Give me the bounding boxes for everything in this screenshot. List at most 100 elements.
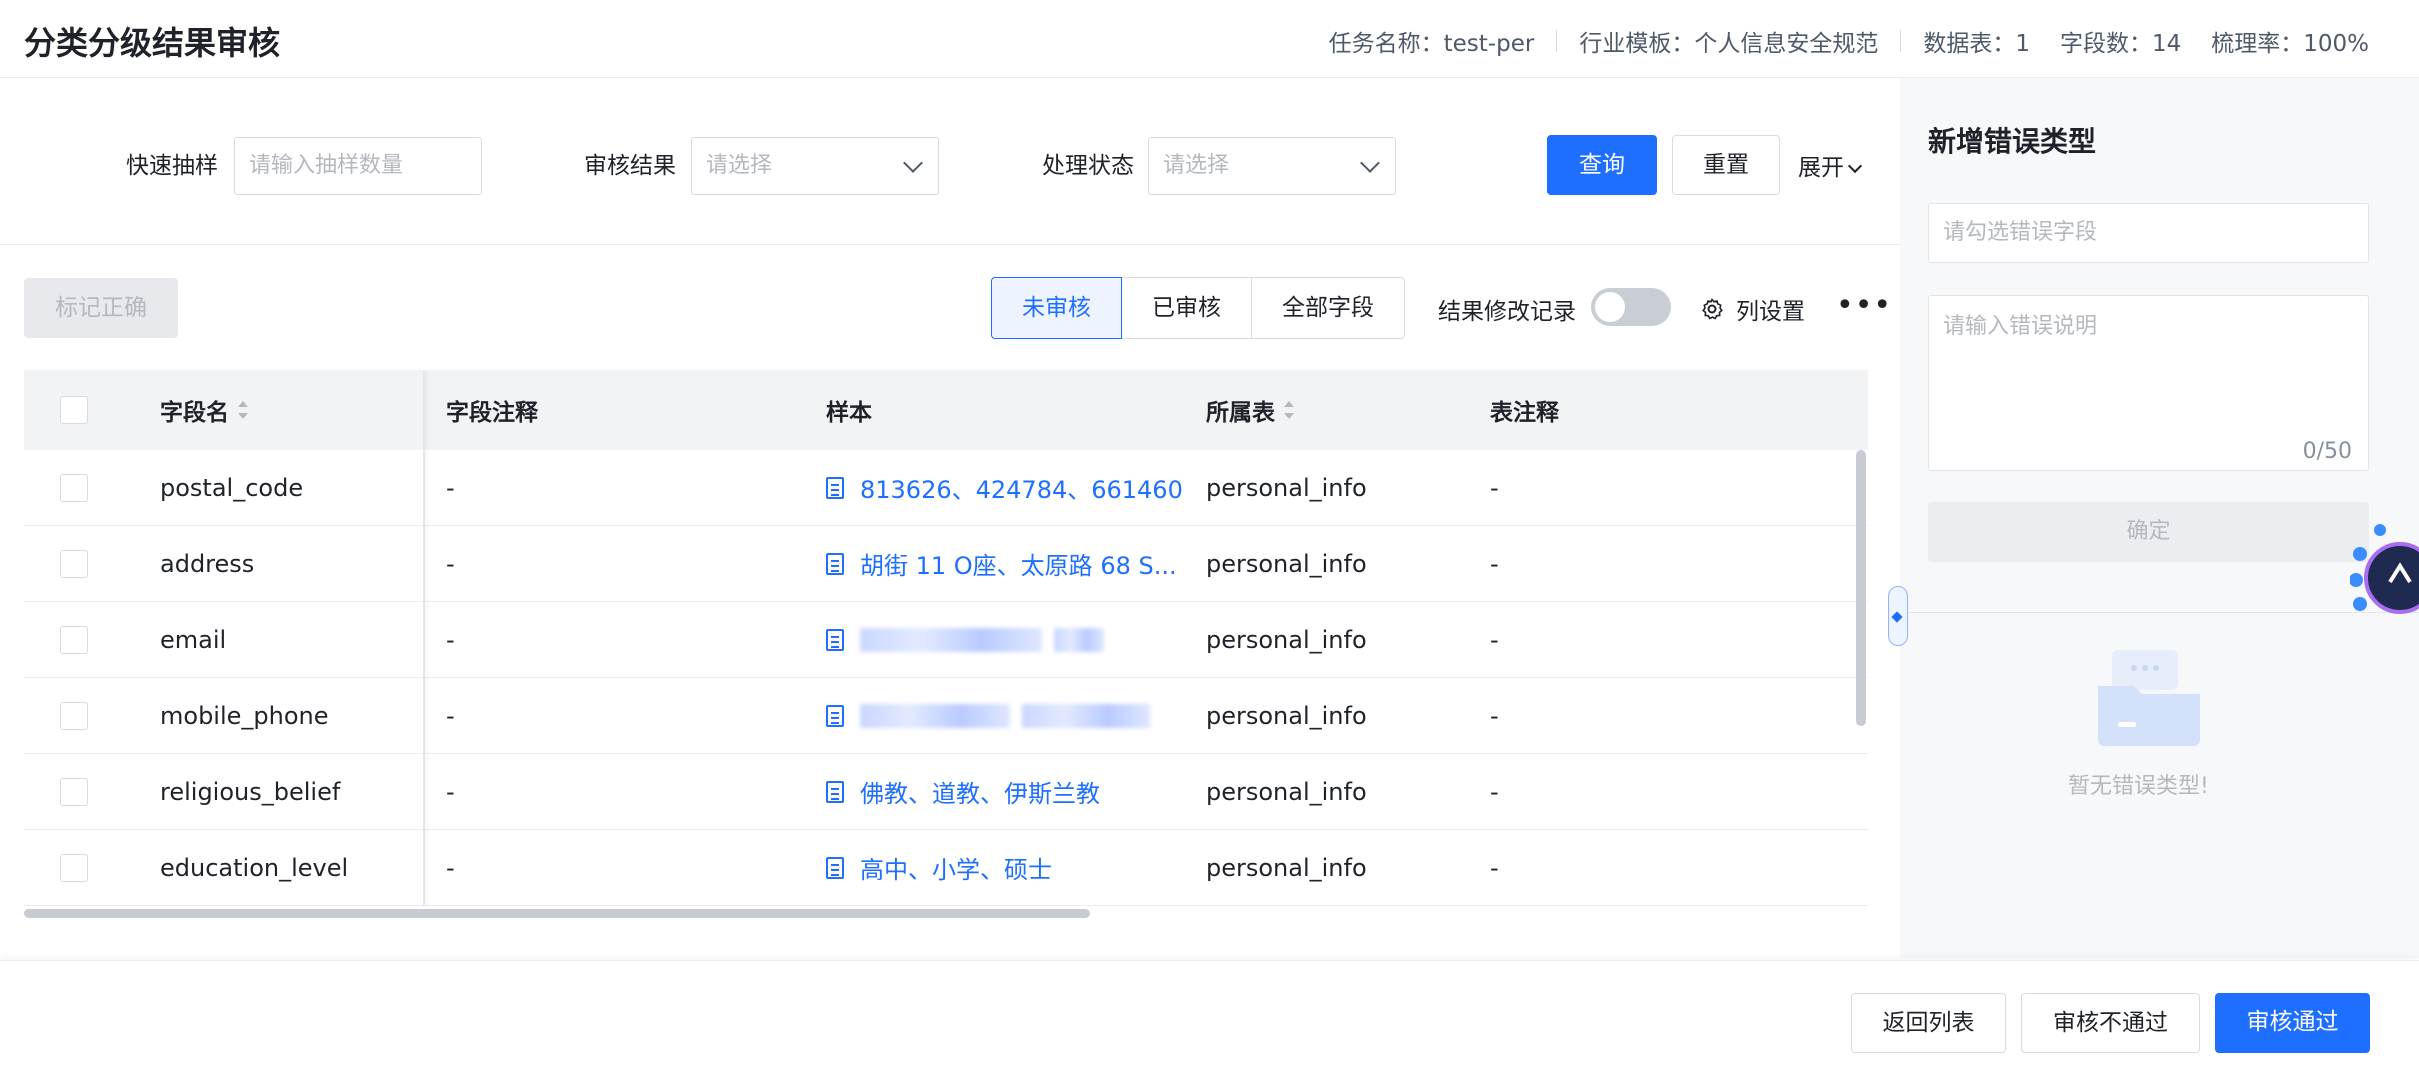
error-field-input[interactable]: 请勾选错误字段 — [1928, 203, 2369, 263]
field-comment-cell: - — [446, 701, 455, 730]
table-comment-cell: - — [1490, 473, 1499, 502]
mark-correct-button[interactable]: 标记正确 — [24, 278, 178, 338]
expand-label: 展开 — [1798, 155, 1844, 181]
review-status-tabs: 未审核 已审核 全部字段 — [991, 277, 1405, 339]
field-comment-cell: - — [446, 473, 455, 502]
redacted-sample — [1054, 627, 1104, 652]
column-settings-label: 列设置 — [1736, 299, 1805, 325]
process-status-label: 处理状态 — [1042, 153, 1134, 179]
char-counter: 0/50 — [2302, 439, 2352, 464]
section-divider — [0, 244, 1900, 245]
row-select-cell — [60, 830, 100, 905]
sample-link[interactable]: 813626、424784、661460 — [826, 470, 1183, 505]
row-checkbox[interactable] — [60, 777, 88, 806]
sample-text: 胡街 11 O座、太原路 68 S... — [860, 552, 1177, 580]
sample-cell[interactable] — [826, 602, 1186, 677]
row-checkbox[interactable] — [60, 625, 88, 654]
change-log-toggle[interactable] — [1591, 288, 1671, 326]
sample-link[interactable]: 胡街 11 O座、太原路 68 S... — [826, 546, 1177, 581]
redacted-sample — [1022, 703, 1150, 728]
process-status-select[interactable]: 请选择 — [1148, 137, 1396, 195]
row-checkbox[interactable] — [60, 701, 88, 730]
assistant-bot-icon[interactable] — [2350, 520, 2419, 630]
document-icon — [826, 552, 844, 575]
reset-button[interactable]: 重置 — [1672, 135, 1780, 195]
table-header: 字段名 字段注释 样本 所属表 表注释 — [24, 370, 1868, 450]
column-header-field[interactable]: 字段名 — [160, 370, 410, 450]
meta-divider — [1556, 30, 1558, 52]
error-description-placeholder: 请输入错误说明 — [1943, 314, 2098, 339]
field-comment-cell: - — [446, 625, 455, 654]
column-header-sample: 样本 — [826, 370, 1146, 450]
task-name: 任务名称：test-per — [1328, 31, 1535, 57]
quick-sample-input[interactable]: 请输入抽样数量 — [234, 137, 482, 195]
approve-review-button[interactable]: 审核通过 — [2215, 993, 2370, 1053]
row-select-cell — [60, 754, 100, 829]
table-name-cell: personal_info — [1206, 625, 1367, 654]
sample-link[interactable] — [826, 627, 1104, 652]
sort-icon[interactable] — [1283, 401, 1295, 419]
process-status-placeholder: 请选择 — [1163, 153, 1230, 178]
tab-all-fields[interactable]: 全部字段 — [1251, 277, 1405, 339]
panel-collapse-handle[interactable] — [1888, 586, 1908, 646]
gear-icon — [1702, 298, 1723, 320]
sample-link[interactable]: 高中、小学、硕士 — [826, 850, 1052, 885]
table-count: 数据表：1 — [1923, 31, 2030, 57]
back-to-list-button[interactable]: 返回列表 — [1851, 993, 2006, 1053]
chevron-down-icon — [903, 153, 923, 173]
sort-icon[interactable] — [237, 401, 249, 419]
column-title: 字段名 — [160, 400, 229, 426]
table-name-cell: personal_info — [1206, 549, 1367, 578]
sample-cell[interactable]: 胡街 11 O座、太原路 68 S... — [826, 526, 1186, 601]
sample-cell[interactable]: 813626、424784、661460 — [826, 450, 1186, 525]
select-all-checkbox[interactable] — [60, 396, 88, 424]
table-comment-cell: - — [1490, 549, 1499, 578]
field-name-cell: education_level — [160, 853, 349, 882]
row-checkbox[interactable] — [60, 549, 88, 578]
column-settings-button[interactable]: 列设置 — [1700, 292, 1805, 326]
table-vertical-scrollbar[interactable] — [1856, 450, 1866, 726]
table-name-cell: personal_info — [1206, 777, 1367, 806]
confirm-button[interactable]: 确定 — [1928, 502, 2369, 562]
sample-link[interactable]: 佛教、道教、伊斯兰教 — [826, 774, 1100, 809]
row-checkbox[interactable] — [60, 473, 88, 502]
document-icon — [826, 780, 844, 803]
column-title: 字段注释 — [446, 400, 538, 426]
sample-cell[interactable]: 佛教、道教、伊斯兰教 — [826, 754, 1186, 829]
row-select-cell — [60, 678, 100, 753]
table-row: postal_code - 813626、424784、661460 personal… — [24, 450, 1868, 526]
review-result-select[interactable]: 请选择 — [691, 137, 939, 195]
table-comment-cell: - — [1490, 625, 1499, 654]
row-checkbox[interactable] — [60, 853, 88, 882]
document-icon — [826, 704, 844, 727]
error-description-textarea[interactable]: 请输入错误说明 0/50 — [1928, 295, 2369, 471]
expand-toggle[interactable]: 展开 — [1798, 148, 1863, 182]
sample-cell[interactable]: 高中、小学、硕士 — [826, 830, 1186, 905]
industry-template: 行业模板：个人信息安全规范 — [1579, 31, 1879, 57]
row-select-cell — [60, 450, 100, 525]
table-horizontal-scrollbar[interactable] — [24, 909, 1090, 918]
page-header: 分类分级结果审核 任务名称：test-per 行业模板：个人信息安全规范 数据表… — [0, 0, 2419, 78]
sample-cell[interactable] — [826, 678, 1186, 753]
field-name-cell: email — [160, 625, 227, 654]
field-count: 字段数：14 — [2059, 31, 2182, 57]
field-name-cell: mobile_phone — [160, 701, 329, 730]
review-result-placeholder: 请选择 — [706, 153, 773, 178]
sample-link[interactable] — [826, 703, 1150, 728]
panel-title: 新增错误类型 — [1928, 125, 2097, 158]
column-header-table[interactable]: 所属表 — [1206, 370, 1446, 450]
fixed-column-divider — [423, 370, 425, 906]
chevron-down-icon — [1360, 153, 1380, 173]
field-name-cell: postal_code — [160, 473, 304, 502]
sample-text: 高中、小学、硕士 — [860, 856, 1052, 884]
redacted-sample — [860, 703, 1010, 728]
table-row: religious_belief - 佛教、道教、伊斯兰教 personal_info… — [24, 754, 1868, 830]
tab-unreviewed[interactable]: 未审核 — [991, 277, 1122, 339]
more-options-icon[interactable]: ••• — [1836, 291, 1892, 321]
table-comment-cell: - — [1490, 853, 1499, 882]
tab-reviewed[interactable]: 已审核 — [1121, 277, 1252, 339]
reject-review-button[interactable]: 审核不通过 — [2021, 993, 2200, 1053]
query-button[interactable]: 查询 — [1547, 135, 1657, 195]
coverage-rate: 梳理率：100% — [2211, 31, 2369, 57]
column-title: 所属表 — [1206, 400, 1275, 426]
